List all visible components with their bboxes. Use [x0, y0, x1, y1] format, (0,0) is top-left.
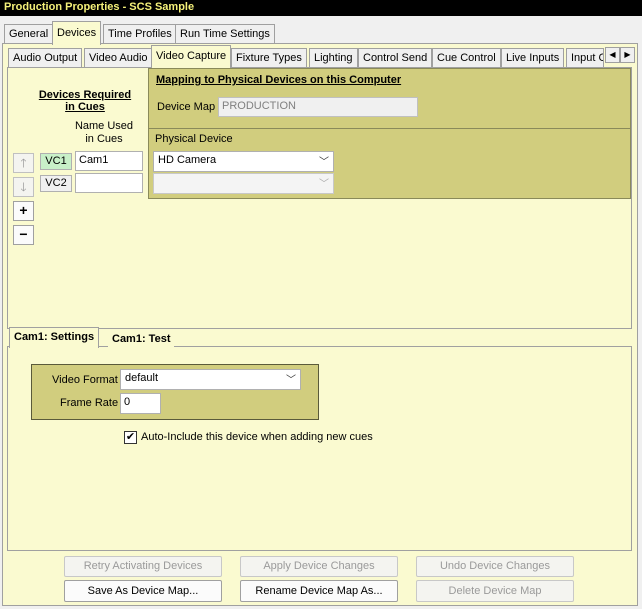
tab-time-profiles[interactable]: Time Profiles: [103, 24, 177, 44]
tab-cam1-settings[interactable]: Cam1: Settings: [9, 327, 100, 348]
tab-scroll-right-icon[interactable]: ▶: [620, 47, 635, 63]
devices-required-title-2: in Cues: [65, 101, 105, 113]
physical-device-select-2[interactable]: ﹀: [153, 173, 334, 194]
tab-general[interactable]: General: [4, 24, 54, 44]
tab-cam1-test[interactable]: Cam1: Test: [108, 330, 175, 347]
video-format-select[interactable]: default ﹀: [120, 369, 301, 390]
auto-include-checkbox[interactable]: ✔: [124, 431, 137, 444]
name-used-header-1: Name Used: [74, 120, 134, 132]
name-used-header-2: in Cues: [85, 133, 123, 145]
device-code-vc2[interactable]: VC2: [40, 175, 72, 192]
subtab-video-capture[interactable]: Video Capture: [151, 45, 232, 68]
tab-scroll-left-icon[interactable]: ◀: [605, 47, 620, 63]
subtab-control-send[interactable]: Control Send: [358, 48, 433, 67]
physical-device-header: Physical Device: [155, 133, 233, 145]
video-format-value: default: [125, 372, 159, 384]
devices-required-title-1: Devices Required: [38, 89, 132, 101]
remove-device-button[interactable]: −: [13, 225, 34, 245]
frame-rate-label: Frame Rate: [60, 397, 119, 409]
subtab-input-groups[interactable]: Input G: [566, 48, 604, 67]
move-up-icon[interactable]: 🡑: [13, 153, 34, 173]
physical-device-select-1[interactable]: HD Camera ﹀: [153, 151, 334, 172]
tab-devices[interactable]: Devices: [52, 21, 102, 45]
device-name-input-2[interactable]: [75, 173, 143, 193]
delete-device-map-button[interactable]: Delete Device Map: [416, 580, 574, 602]
frame-rate-input[interactable]: 0: [120, 393, 161, 414]
apply-device-changes-button[interactable]: Apply Device Changes: [240, 556, 398, 577]
device-map-field: PRODUCTION: [218, 97, 418, 117]
chevron-down-icon: ﹀: [319, 157, 329, 168]
tab-run-time-settings[interactable]: Run Time Settings: [175, 24, 275, 44]
video-format-label: Video Format: [52, 374, 118, 386]
device-code-vc1[interactable]: VC1: [40, 153, 72, 170]
auto-include-label: Auto-Include this device when adding new…: [141, 431, 373, 443]
subtab-audio-output[interactable]: Audio Output: [8, 48, 83, 67]
mapping-title: Mapping to Physical Devices on this Comp…: [156, 74, 402, 86]
device-map-label: Device Map: [157, 101, 216, 113]
device-name-input-1[interactable]: Cam1: [75, 151, 143, 171]
physical-device-value-1: HD Camera: [158, 154, 217, 166]
window-title: Production Properties - SCS Sample: [0, 0, 642, 16]
subtab-live-inputs[interactable]: Live Inputs: [501, 48, 565, 67]
rename-device-map-button[interactable]: Rename Device Map As...: [240, 580, 398, 602]
subtab-cue-control[interactable]: Cue Control: [432, 48, 501, 67]
subtab-fixture-types[interactable]: Fixture Types: [231, 48, 307, 67]
subtab-video-audio[interactable]: Video Audio: [84, 48, 153, 67]
undo-device-changes-button[interactable]: Undo Device Changes: [416, 556, 574, 577]
chevron-down-icon: ﹀: [286, 375, 296, 386]
add-device-button[interactable]: +: [13, 201, 34, 221]
chevron-down-icon: ﹀: [319, 179, 329, 190]
subtab-lighting[interactable]: Lighting: [309, 48, 358, 67]
retry-activating-button[interactable]: Retry Activating Devices: [64, 556, 222, 577]
save-as-device-map-button[interactable]: Save As Device Map...: [64, 580, 222, 602]
move-down-icon[interactable]: 🡓: [13, 177, 34, 197]
